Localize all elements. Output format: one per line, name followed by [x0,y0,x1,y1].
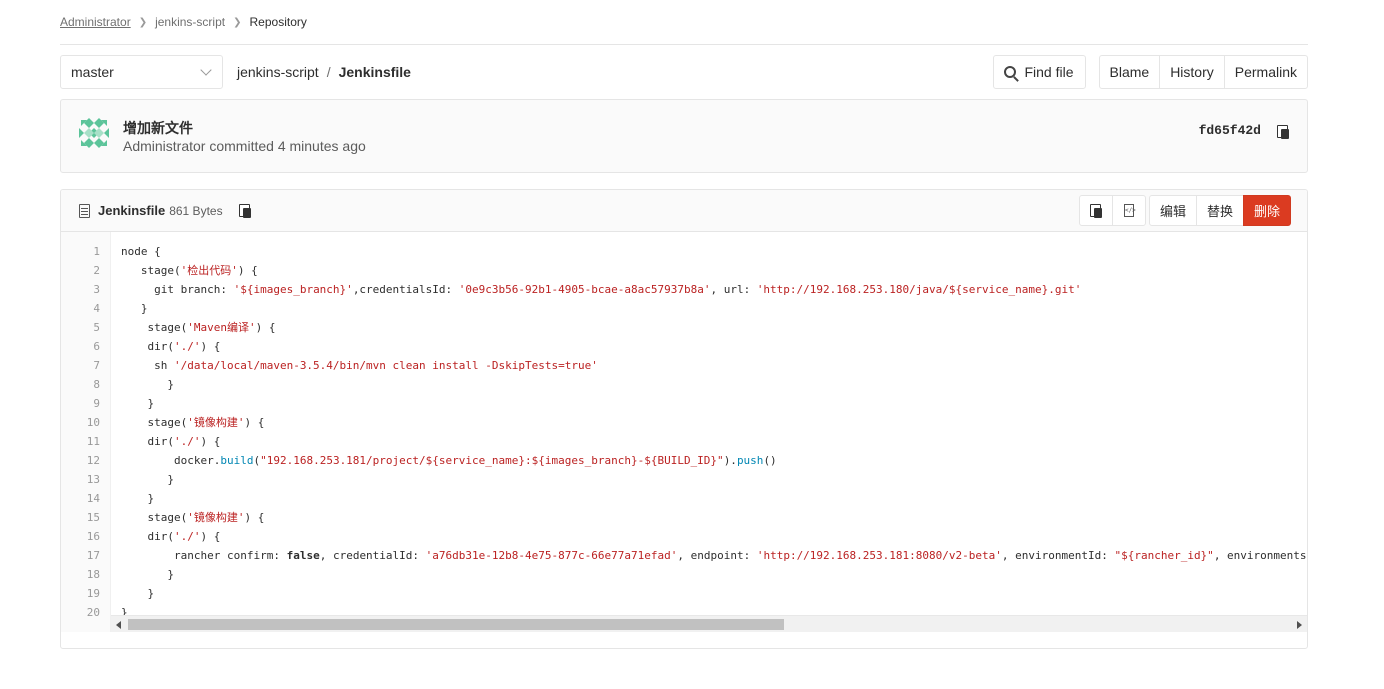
file-size: 861 Bytes [169,203,223,218]
file-edit-group: 编辑 替换 删除 [1148,195,1291,226]
code-line: } [121,397,155,410]
file-view-button-group: Blame History Permalink [1098,55,1308,89]
breadcrumb: Administrator ❯ jenkins-script ❯ Reposit… [60,0,1308,45]
code-line: rancher confirm: false, credentialId: 'a… [121,549,1307,562]
branch-name: master [71,64,114,80]
code-line: } [121,378,174,391]
line-number[interactable]: 18 [61,565,110,584]
line-numbers: 1 2 3 4 5 6 7 8 9 10 11 12 13 14 15 16 17 18 19 20 [61,232,111,632]
code-line: dir('./') { [121,340,221,353]
commit-meta: Administrator committed 4 minutes ago [123,138,366,154]
file-nav-row: master jenkins-script / Jenkinsfile Find… [60,55,1308,89]
breadcrumb-current[interactable]: Repository [250,15,307,29]
line-number[interactable]: 20 [61,603,110,622]
file-actions: </> 编辑 替换 删除 [1078,195,1291,226]
line-number[interactable]: 5 [61,318,110,337]
code-line: sh '/data/local/maven-3.5.4/bin/mvn clea… [121,359,598,372]
code-content: node { stage('检出代码') { git branch: '${im… [111,232,1307,632]
code-viewer: 1 2 3 4 5 6 7 8 9 10 11 12 13 14 15 16 17 18 19 20 node { s… [61,232,1307,632]
branch-select[interactable]: master [60,55,223,89]
history-button[interactable]: History [1159,55,1225,89]
line-number[interactable]: 3 [61,280,110,299]
code-line: git branch: '${images_branch}',credentia… [121,283,1082,296]
scroll-right-icon[interactable] [1297,621,1302,629]
find-file-label: Find file [1024,64,1074,80]
scrollbar-thumb[interactable] [128,619,784,630]
file-header: Jenkinsfile 861 Bytes </> 编辑 替换 删除 [61,190,1307,232]
line-number[interactable]: 1 [61,242,110,261]
line-number[interactable]: 14 [61,489,110,508]
copy-source-button[interactable] [1078,195,1113,226]
path-file-name[interactable]: Jenkinsfile [339,64,411,80]
copy-icon [1089,203,1102,218]
file-source-group: </> [1078,195,1146,226]
replace-button[interactable]: 替换 [1195,195,1244,226]
code-line: } [121,587,155,600]
code-line: } [121,302,148,315]
code-line: stage('检出代码') { [121,264,258,277]
code-line: } [121,492,155,505]
identicon-avatar[interactable] [77,116,111,150]
file-holder: Jenkinsfile 861 Bytes </> 编辑 替换 删除 12345… [60,189,1308,649]
line-number[interactable]: 15 [61,508,110,527]
code-line: } [121,568,174,581]
file-name: Jenkinsfile [98,203,166,218]
breadcrumb-project[interactable]: jenkins-script [155,15,225,29]
copy-sha-icon[interactable] [1277,125,1289,139]
code-line: dir('./') { [121,435,221,448]
chevron-right-icon: ❯ [138,16,148,28]
line-number[interactable]: 4 [61,299,110,318]
file-text-icon [79,203,90,218]
breadcrumb-administrator[interactable]: Administrator [60,15,131,29]
commit-title[interactable]: 增加新文件 [123,118,193,138]
code-line: stage('镜像构建') { [121,511,265,524]
code-line: stage('Maven编译') { [121,321,276,334]
line-number[interactable]: 2 [61,261,110,280]
edit-button[interactable]: 编辑 [1148,195,1197,226]
line-number[interactable]: 11 [61,432,110,451]
line-number[interactable]: 13 [61,470,110,489]
open-raw-button[interactable]: </> [1111,195,1146,226]
delete-button[interactable]: 删除 [1242,195,1291,226]
line-number[interactable]: 16 [61,527,110,546]
line-number[interactable]: 7 [61,356,110,375]
path-separator: / [326,64,331,80]
find-file-button[interactable]: Find file [992,55,1086,89]
copy-file-path-icon[interactable] [238,203,251,218]
line-number[interactable]: 12 [61,451,110,470]
horizontal-scrollbar[interactable] [111,615,1307,632]
line-number[interactable]: 17 [61,546,110,565]
code-line: dir('./') { [121,530,221,543]
path-repo-link[interactable]: jenkins-script [237,64,319,80]
line-number[interactable]: 19 [61,584,110,603]
code-line: node { [121,245,161,258]
code-line: docker.build("192.168.253.181/project/${… [121,454,777,467]
code-line: stage('镜像构建') { [121,416,265,429]
chevron-right-icon: ❯ [233,16,242,28]
search-icon [1004,66,1017,78]
line-number[interactable]: 9 [61,394,110,413]
last-commit-box: 增加新文件 Administrator committed 4 minutes … [60,99,1308,173]
chevron-down-icon [200,64,212,76]
commit-sha[interactable]: fd65f42d [1199,123,1261,138]
file-code-icon: </> [1123,204,1136,217]
line-number[interactable]: 10 [61,413,110,432]
blame-button[interactable]: Blame [1098,55,1161,89]
line-number[interactable]: 6 [61,337,110,356]
permalink-button[interactable]: Permalink [1223,55,1308,89]
scroll-left-icon[interactable] [116,621,121,629]
code-line: } [121,473,174,486]
file-path: jenkins-script / Jenkinsfile [237,64,411,80]
line-number[interactable]: 8 [61,375,110,394]
